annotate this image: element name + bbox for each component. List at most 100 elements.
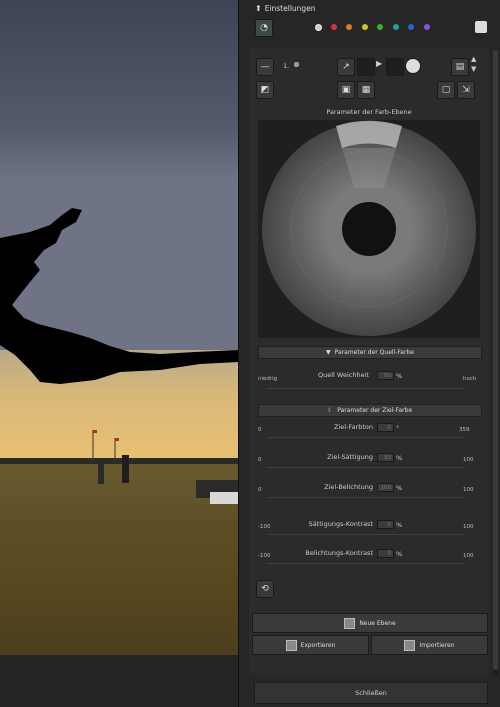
moon-icon: ☾	[327, 407, 334, 414]
target-param-slider-track[interactable]	[267, 437, 465, 438]
import-button[interactable]: Importieren	[371, 635, 488, 655]
color-dot-1[interactable]	[315, 24, 322, 31]
softness-low-label: niedrig	[258, 376, 278, 382]
color-dot-4[interactable]	[361, 24, 368, 30]
target-color-swatch[interactable]	[386, 58, 404, 76]
source-color-swatch[interactable]	[357, 58, 375, 76]
refresh-icon: ⟲	[261, 584, 269, 594]
import-icon	[404, 639, 416, 651]
target-param-slider-track[interactable]	[267, 534, 465, 535]
wheel-center	[342, 202, 396, 256]
target-param-min: 0	[258, 457, 262, 463]
reset-icon: ▢	[441, 85, 451, 95]
target-param-label: Ziel-Farbton	[334, 423, 373, 431]
new-layer-label: Neue Ebene	[359, 619, 396, 627]
remove-layer-button[interactable]: —	[256, 58, 274, 76]
target-param-value[interactable]: 50	[377, 453, 394, 462]
reset-layer-button[interactable]: ▢	[437, 81, 455, 99]
apply-icon: ⇲	[462, 85, 470, 95]
color-dot-8[interactable]	[423, 24, 430, 30]
panel-header[interactable]: ⬆ Einstellungen	[255, 4, 316, 13]
paste-icon: ▦	[361, 85, 371, 95]
brightness-toggle[interactable]	[405, 58, 421, 74]
close-label: Schließen	[355, 689, 387, 697]
close-button[interactable]: Schließen	[254, 682, 488, 704]
new-layer-button[interactable]: Neue Ebene	[252, 613, 488, 633]
workspace-background	[0, 655, 238, 707]
caret-down-icon: ▼	[326, 349, 331, 356]
target-param-min: 0	[258, 427, 262, 433]
target-section-header[interactable]: ☾ Parameter der Ziel-Farbe	[258, 404, 482, 417]
softness-slider-track[interactable]	[267, 388, 465, 389]
eyedropper-icon: ↗	[342, 62, 350, 72]
new-layer-icon	[344, 617, 356, 629]
export-button[interactable]: Exportieren	[252, 635, 369, 655]
color-wheel-area[interactable]	[258, 120, 480, 338]
panel-body: — 1. ↗ ▶ ▤ ▲ ▼ ◩ ▣ ▦ ▢ ⇲ Parameter der F…	[249, 48, 489, 675]
auto-adjust-button[interactable]: ◩	[256, 81, 274, 99]
softness-unit: %	[396, 372, 403, 380]
half-square-icon: ◩	[260, 85, 270, 95]
target-param-label: Sättigungs-Kontrast	[308, 520, 373, 528]
reset-target-button[interactable]: ⟲	[256, 580, 274, 598]
panel-title: Einstellungen	[264, 4, 316, 13]
color-dot-6[interactable]	[392, 24, 399, 30]
target-param-slider-track[interactable]	[267, 467, 465, 468]
arrow-up-icon: ⬆	[255, 4, 262, 13]
target-param-slider-track[interactable]	[267, 563, 465, 564]
color-dot-5[interactable]	[377, 24, 383, 30]
target-param-max: 359	[459, 427, 470, 433]
layer-swatch[interactable]	[294, 62, 299, 67]
paste-settings-button[interactable]: ▦	[357, 81, 375, 99]
mode-toggle-button[interactable]	[475, 21, 487, 33]
copy-icon: ▣	[341, 85, 351, 95]
target-param-value[interactable]: 0	[377, 520, 394, 529]
softness-value[interactable]: 50	[377, 371, 394, 380]
target-param-value[interactable]: 0	[377, 549, 394, 558]
target-param-max: 100	[463, 553, 474, 559]
export-label: Exportieren	[300, 641, 336, 649]
target-param-label: Belichtungs-Kontrast	[305, 549, 373, 557]
target-param-min: -100	[258, 524, 271, 530]
softness-high-label: hoch	[463, 376, 477, 382]
target-param-slider-track[interactable]	[267, 497, 465, 498]
color-dot-2[interactable]	[330, 24, 337, 30]
export-icon	[285, 639, 297, 651]
color-wheel[interactable]	[258, 120, 480, 338]
target-param-value[interactable]: 100	[377, 483, 394, 492]
target-param-min: 0	[258, 487, 262, 493]
copy-settings-button[interactable]: ▣	[337, 81, 355, 99]
target-param-label: Ziel-Sättigung	[327, 453, 373, 461]
target-param-unit: %	[396, 454, 403, 462]
target-param-label: Ziel-Belichtung	[324, 483, 373, 491]
down-arrow-icon[interactable]: ▼	[471, 65, 476, 73]
import-label: Importieren	[419, 641, 455, 649]
target-param-unit: %	[396, 550, 403, 558]
document-icon: ▤	[455, 62, 465, 72]
target-param-value[interactable]: 0	[377, 423, 394, 432]
color-layer-title: Parameter der Farb-Ebene	[326, 108, 412, 116]
target-param-unit: °	[396, 424, 400, 432]
target-param-max: 100	[463, 457, 474, 463]
target-param-unit: %	[396, 484, 403, 492]
eyedropper-button[interactable]: ↗	[337, 58, 355, 76]
layer-list-button[interactable]: ▤	[451, 58, 469, 76]
photo-canvas	[0, 0, 238, 655]
softness-label: Quell Weichheit	[318, 371, 369, 379]
color-dot-7[interactable]	[408, 24, 414, 30]
target-param-unit: %	[396, 521, 403, 529]
color-picker-button[interactable]: ◔	[255, 19, 273, 37]
color-dot-3[interactable]	[346, 24, 352, 30]
panel-scrollbar[interactable]	[493, 50, 498, 675]
palette-icon: ◔	[260, 23, 268, 33]
layer-index: 1.	[283, 62, 290, 70]
arrow-right-icon: ▶	[376, 59, 383, 68]
settings-panel: ⬆ Einstellungen ◔ — 1. ↗ ▶ ▤ ▲ ▼ ◩ ▣ ▦ ▢…	[238, 0, 500, 707]
apply-layer-button[interactable]: ⇲	[457, 81, 475, 99]
image-preview[interactable]	[0, 0, 238, 655]
up-arrow-icon[interactable]: ▲	[471, 55, 476, 63]
target-param-max: 100	[463, 524, 474, 530]
target-param-max: 100	[463, 487, 474, 493]
scrollbar-thumb[interactable]	[493, 50, 498, 670]
source-section-header[interactable]: ▼ Parameter der Quell-Farbe	[258, 346, 482, 359]
